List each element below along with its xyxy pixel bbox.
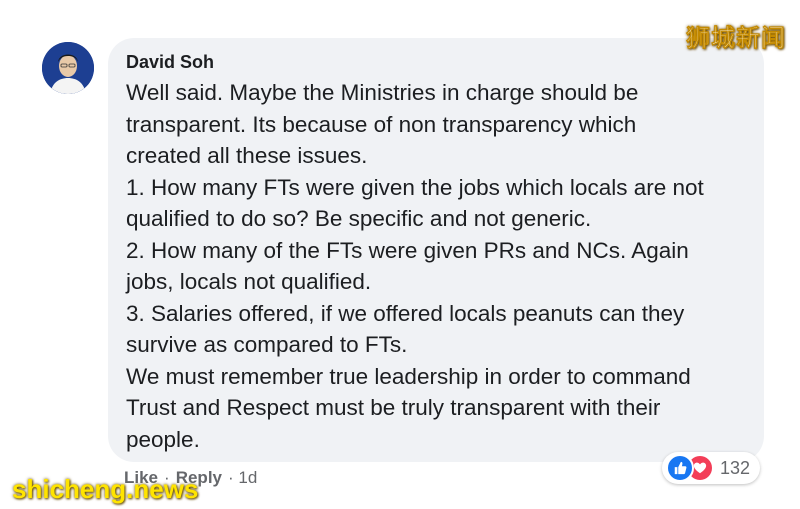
comment-author[interactable]: David Soh (126, 52, 214, 73)
comment-line: 2. How many of the FTs were given PRs an… (126, 237, 689, 263)
comment-line: qualified to do so? Be specific and not … (126, 206, 592, 231)
comment-line: transparent. Its because of non transpar… (126, 111, 637, 137)
comment-line: Well said. Maybe the Ministries in charg… (126, 80, 639, 105)
comment-line: people. (126, 426, 200, 452)
watermark-bottom: shicheng.news (12, 474, 199, 504)
comment-timestamp[interactable]: · 1d (228, 468, 257, 488)
comment-line: We must remember true leadership in orde… (126, 363, 691, 389)
comment-bubble: David Soh Well said. Maybe the Ministrie… (108, 38, 764, 462)
comment-text: Well said. Maybe the Ministries in charg… (126, 77, 746, 455)
comment-line: 3. Salaries offered, if we offered local… (126, 300, 685, 326)
reaction-icons (666, 454, 714, 482)
comment-line: 1. How many FTs were given the jobs whic… (126, 174, 704, 200)
comment-line: created all these issues. (126, 143, 368, 168)
profile-photo (42, 42, 94, 94)
comment-line: jobs, locals not qualified. (126, 269, 372, 294)
like-icon (666, 454, 694, 482)
reactions-summary[interactable]: 132 (662, 452, 761, 484)
comment-line: survive as compared to FTs. (126, 332, 408, 357)
avatar[interactable] (42, 42, 94, 94)
watermark-top: 狮城新闻 (686, 25, 786, 53)
comment-line: Trust and Respect must be truly transpar… (126, 395, 661, 420)
reaction-count: 132 (720, 457, 751, 478)
